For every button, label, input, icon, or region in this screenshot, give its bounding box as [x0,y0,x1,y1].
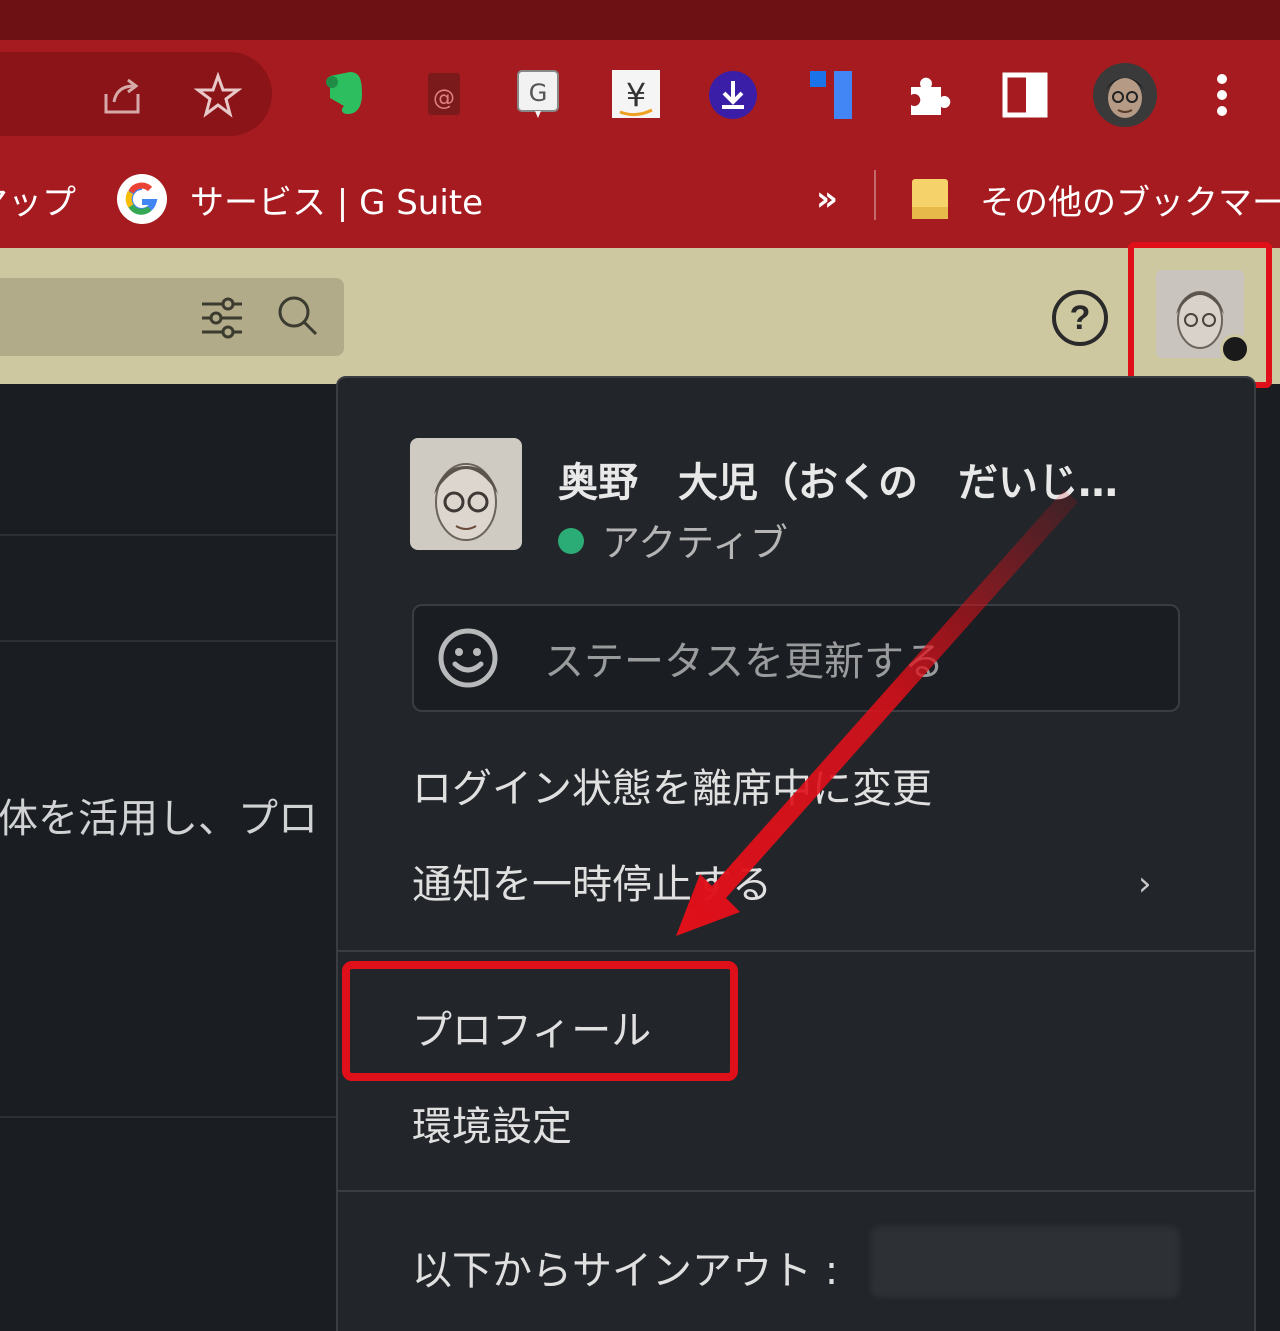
sign-out-item[interactable]: 以下からサインアウト : [412,1238,838,1296]
evernote-icon[interactable] [318,68,370,120]
browser-toolbar: @ G ¥ [0,40,1280,150]
svg-text:¥: ¥ [626,76,646,114]
yen-extension-icon[interactable]: ¥ [608,66,664,122]
content-divider [0,1116,340,1118]
help-button[interactable]: ? [1052,290,1108,346]
blue-extension-icon[interactable] [804,66,860,124]
share-icon[interactable] [96,70,148,122]
download-icon[interactable] [706,68,760,122]
more-vert-icon[interactable] [1200,68,1244,122]
bookmark-maps-label: マップ [0,182,76,223]
address-bar[interactable] [0,52,272,136]
g-extension-icon[interactable]: G [512,68,564,120]
browser-title-bar [0,0,1280,40]
redacted-workspace-name [870,1226,1180,1298]
content-divider [0,534,340,536]
bookmark-other-folder[interactable]: その他のブックマーク [910,150,1280,248]
menu-divider [338,1190,1254,1192]
bookmark-maps[interactable]: マップ [0,150,76,248]
presence-active-icon [558,528,584,554]
smiley-icon [436,626,500,690]
bookmarks-overflow-label: » [816,179,838,219]
chevron-right-icon: › [1138,864,1152,904]
background-page-text: 体を活用し、プロ [0,796,318,842]
svg-text:@: @ [433,86,455,111]
google-g-icon [116,173,168,225]
content-divider [0,640,340,642]
profile-item[interactable]: プロフィール [412,998,651,1056]
menu-avatar [410,438,522,550]
user-avatar-button[interactable] [1128,242,1272,388]
bookmarks-bar: マップ サービス | G Suite » その他のブックマーク [0,150,1280,248]
menu-divider [338,950,1254,952]
bookmark-gsuite[interactable]: サービス | G Suite [116,150,483,248]
presence-indicator-icon [1220,334,1250,364]
set-away-item[interactable]: ログイン状態を離席中に変更 [412,756,932,814]
help-icon: ? [1069,298,1091,337]
side-panel-icon[interactable] [998,68,1052,122]
browser-profile-avatar[interactable] [1090,60,1160,130]
workspace-search-bar[interactable] [0,278,344,356]
preferences-item[interactable]: 環境設定 [412,1094,572,1152]
update-status-label: ステータスを更新する [544,639,944,685]
user-menu-dropdown: 奥野 大児（おくの だいじ… アクティブ ステータスを更新する ログイン状態を離… [336,376,1256,1331]
mail-extension-icon[interactable]: @ [418,68,470,120]
filter-icon[interactable] [198,294,246,342]
user-display-name: 奥野 大児（おくの だいじ… [558,460,1118,506]
search-icon[interactable] [274,292,324,342]
bookmarks-overflow-button[interactable]: » [816,150,838,248]
app-header: ? [0,242,1280,388]
bookmarks-divider [874,170,876,220]
bookmark-other-label: その他のブックマーク [980,182,1280,223]
svg-text:G: G [529,79,548,107]
folder-icon [910,177,950,221]
presence-label: アクティブ [602,521,788,565]
pause-notifications-item[interactable]: 通知を一時停止する [412,852,772,910]
puzzle-icon[interactable] [902,68,956,122]
star-icon[interactable] [192,70,244,122]
update-status-button[interactable]: ステータスを更新する [412,604,1180,712]
bookmark-gsuite-label: サービス | G Suite [190,182,484,223]
